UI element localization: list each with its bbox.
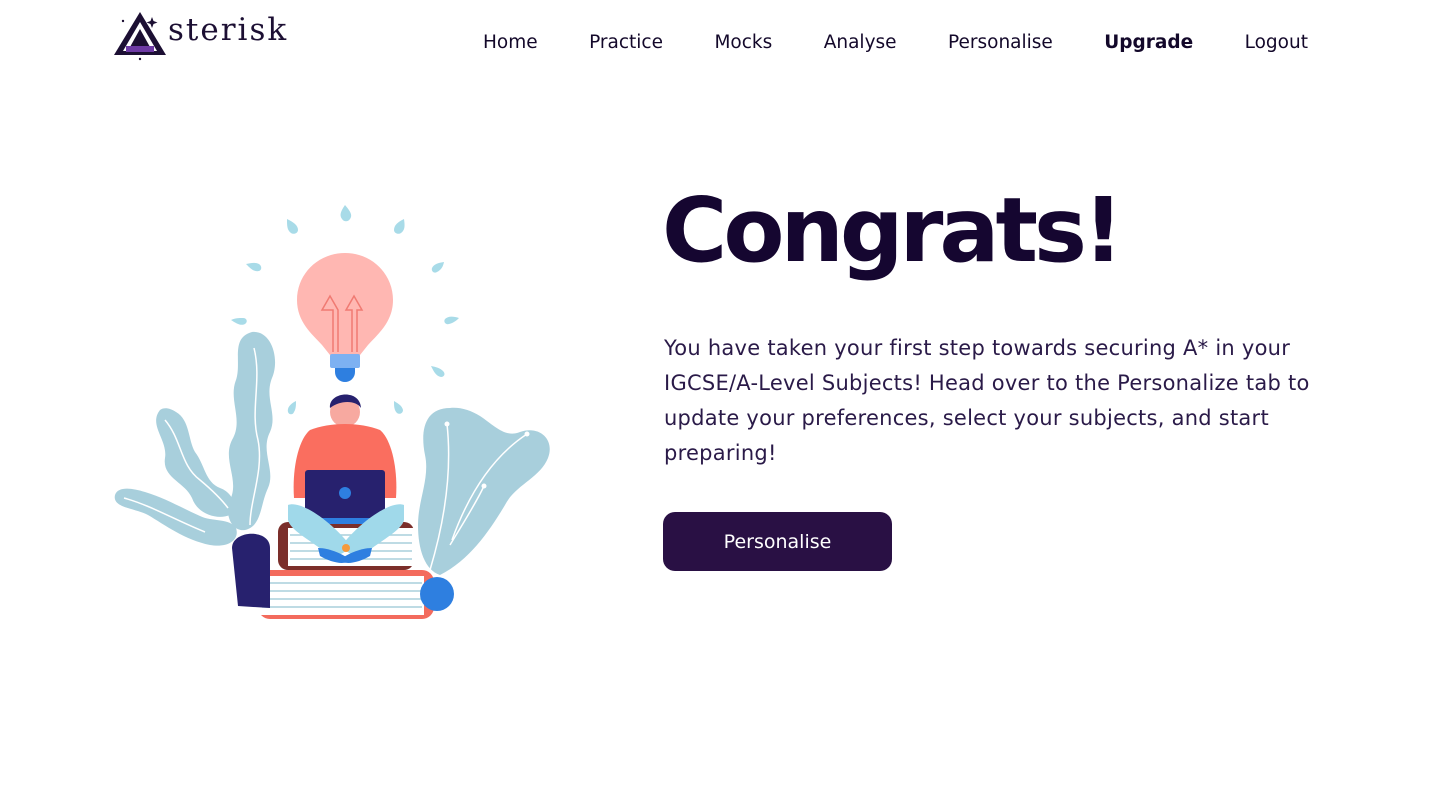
- asterisk-a-logo-icon: [114, 12, 166, 61]
- brand-logo-text: sterisk: [168, 12, 289, 48]
- page-title: Congrats!: [662, 178, 1124, 282]
- nav-analyse[interactable]: Analyse: [824, 32, 897, 53]
- nav-personalise[interactable]: Personalise: [948, 32, 1053, 53]
- nav-upgrade[interactable]: Upgrade: [1104, 32, 1193, 53]
- nav-practice[interactable]: Practice: [589, 32, 663, 53]
- top-nav: Home Practice Mocks Analyse Personalise …: [483, 28, 1308, 56]
- nav-logout[interactable]: Logout: [1245, 32, 1308, 53]
- brand-logo[interactable]: sterisk: [114, 9, 289, 61]
- welcome-message: You have taken your first step towards s…: [664, 336, 1310, 465]
- nav-home[interactable]: Home: [483, 32, 538, 53]
- nav-mocks[interactable]: Mocks: [714, 32, 772, 53]
- student-with-laptop-lightbulb-illustration: [114, 205, 550, 619]
- personalise-button[interactable]: Personalise: [663, 512, 892, 571]
